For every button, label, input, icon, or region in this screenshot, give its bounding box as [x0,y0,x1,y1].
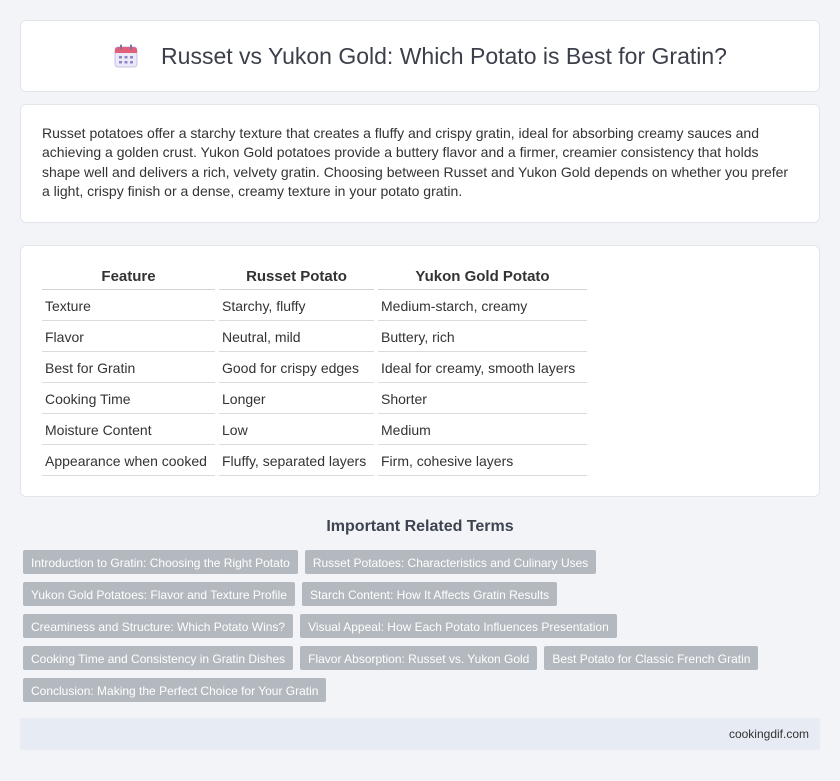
related-term-tag[interactable]: Yukon Gold Potatoes: Flavor and Texture … [23,582,295,606]
column-header-feature: Feature [42,265,215,290]
table-cell: Fluffy, separated layers [219,445,374,476]
related-term-tag[interactable]: Cooking Time and Consistency in Gratin D… [23,646,294,670]
table-row: Best for Gratin Good for crispy edges Id… [42,352,587,383]
related-term-tag[interactable]: Conclusion: Making the Perfect Choice fo… [23,678,327,702]
table-cell: Medium-starch, creamy [378,290,587,321]
related-term-tag[interactable]: Starch Content: How It Affects Gratin Re… [301,582,558,606]
related-term-tag[interactable]: Flavor Absorption: Russet vs. Yukon Gold [300,646,538,670]
table-row: Moisture Content Low Medium [42,414,587,445]
table-cell: Moisture Content [42,414,215,445]
table-cell: Starchy, fluffy [219,290,374,321]
related-terms-list: Introduction to Gratin: Choosing the Rig… [23,550,803,702]
related-term-tag[interactable]: Best Potato for Classic French Gratin [544,646,759,670]
table-row: Texture Starchy, fluffy Medium-starch, c… [42,290,587,321]
table-row: Cooking Time Longer Shorter [42,383,587,414]
table-row: Appearance when cooked Fluffy, separated… [42,445,587,476]
table-cell: Flavor [42,321,215,352]
table-cell: Medium [378,414,587,445]
table-cell: Longer [219,383,374,414]
related-term-tag[interactable]: Russet Potatoes: Characteristics and Cul… [304,550,597,574]
page-title: Russet vs Yukon Gold: Which Potato is Be… [161,42,727,69]
related-term-tag[interactable]: Visual Appeal: How Each Potato Influence… [300,614,617,638]
comparison-card: Feature Russet Potato Yukon Gold Potato … [20,245,820,497]
table-cell: Best for Gratin [42,352,215,383]
site-name[interactable]: cookingdif.com [729,727,809,741]
table-cell: Buttery, rich [378,321,587,352]
footer: cookingdif.com [20,718,820,750]
related-term-tag[interactable]: Introduction to Gratin: Choosing the Rig… [23,550,298,574]
table-cell: Neutral, mild [219,321,374,352]
table-cell: Appearance when cooked [42,445,215,476]
intro-paragraph: Russet potatoes offer a starchy texture … [42,125,789,200]
table-cell: Texture [42,290,215,321]
table-cell: Low [219,414,374,445]
related-term-tag[interactable]: Creaminess and Structure: Which Potato W… [23,614,294,638]
column-header-russet: Russet Potato [219,265,374,290]
table-header-row: Feature Russet Potato Yukon Gold Potato [42,265,587,290]
column-header-yukon: Yukon Gold Potato [378,265,587,290]
related-terms-heading: Important Related Terms [326,518,514,535]
table-cell: Cooking Time [42,383,215,414]
table-cell: Firm, cohesive layers [378,445,587,476]
title-wrap: Russet vs Yukon Gold: Which Potato is Be… [113,43,727,70]
calendar-icon [113,43,139,69]
table-cell: Ideal for creamy, smooth layers [378,352,587,383]
intro-card: Russet potatoes offer a starchy texture … [20,104,820,223]
header-card: Russet vs Yukon Gold: Which Potato is Be… [20,20,820,92]
table-cell: Shorter [378,383,587,414]
comparison-table: Feature Russet Potato Yukon Gold Potato … [38,265,591,476]
table-cell: Good for crispy edges [219,352,374,383]
table-row: Flavor Neutral, mild Buttery, rich [42,321,587,352]
